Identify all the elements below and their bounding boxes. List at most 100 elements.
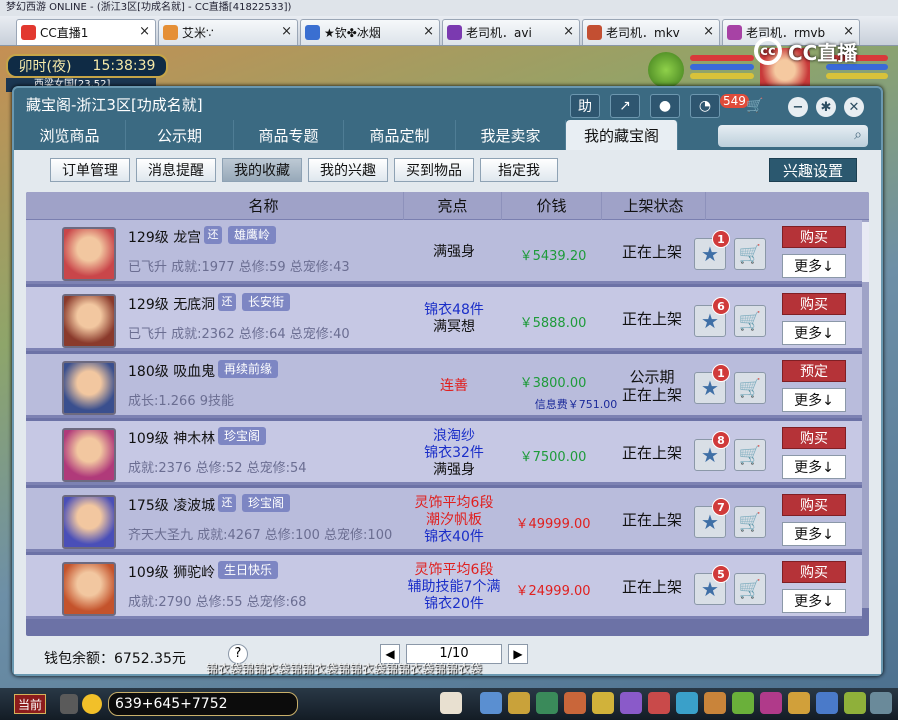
window-title: 梦幻西游 ONLINE - (浙江3区[功成名就] - CC直播[4182253…	[0, 0, 898, 16]
character-avatar[interactable]	[62, 227, 116, 281]
tab-public[interactable]: 公示期	[126, 120, 234, 150]
tab-my-pavilion[interactable]: 我的藏宝阁	[566, 120, 678, 150]
more-button[interactable]: 更多↓	[782, 254, 846, 278]
browser-tab-4[interactable]: 老司机．avi ×	[442, 19, 580, 45]
character-stats: 已飞升 成就:2362 总修:64 总宠修:40	[128, 327, 350, 342]
character-avatar[interactable]	[62, 428, 116, 482]
tab-favicon-icon	[447, 25, 462, 40]
reward-icon[interactable]	[788, 692, 810, 714]
microphone-icon[interactable]	[60, 694, 78, 714]
buy-button[interactable]: 预定	[782, 360, 846, 382]
trade-icon[interactable]	[564, 692, 586, 714]
favorite-count-badge: 1	[712, 230, 730, 248]
search-icon[interactable]: ⌕	[854, 127, 862, 143]
message-button[interactable]: ◔	[690, 94, 720, 118]
skill-icon[interactable]	[480, 692, 502, 714]
browser-tab-5[interactable]: 老司机．mkv ×	[582, 19, 720, 45]
settings-button[interactable]: ✱	[816, 97, 836, 117]
cart-icon[interactable]: 🛒	[734, 238, 766, 270]
map-icon[interactable]	[816, 692, 838, 714]
table-row[interactable]: 129级 龙宫还雄鹰岭 已飞升 成就:1977 总修:59 总宠修:43 满强身 ￥5…	[26, 220, 862, 284]
my-favorites-button[interactable]: 我的收藏	[222, 158, 302, 182]
table-row[interactable]: 109级 狮驼岭 生日快乐 成就:2790 总修:55 总宠修:68 灵饰平均6段 辅助…	[26, 555, 862, 619]
tab-browse[interactable]: 浏览商品	[14, 120, 126, 150]
tab-topics[interactable]: 商品专题	[234, 120, 344, 150]
share-button[interactable]: ↗	[610, 94, 640, 118]
close-icon[interactable]: ×	[703, 24, 714, 39]
table-row[interactable]: 129级 无底洞还长安街 已飞升 成就:2362 总修:64 总宠修:40 锦衣48…	[26, 287, 862, 351]
message-reminder-button[interactable]: 消息提醒	[136, 158, 216, 182]
close-icon[interactable]: ×	[139, 24, 150, 39]
character-avatar[interactable]	[62, 361, 116, 415]
cart-icon[interactable]: 🛒	[734, 439, 766, 471]
character-level: 129级 无底洞	[128, 297, 216, 313]
emoji-icon[interactable]	[82, 694, 102, 714]
server-tag: 长安街	[242, 293, 291, 311]
more-button[interactable]: 更多↓	[782, 455, 846, 479]
browser-tab-3[interactable]: ★钦✤冰烟 ×	[300, 19, 440, 45]
cc-logo-icon: cc	[754, 37, 782, 65]
tab-seller[interactable]: 我是卖家	[456, 120, 566, 150]
mail-icon[interactable]	[676, 692, 698, 714]
buy-button[interactable]: 购买	[782, 494, 846, 516]
next-page-button[interactable]: ▶	[508, 644, 528, 664]
buy-button[interactable]: 购买	[782, 561, 846, 583]
close-icon[interactable]: ×	[281, 24, 292, 39]
buy-button[interactable]: 购买	[782, 427, 846, 449]
bag-icon[interactable]	[508, 692, 530, 714]
favorite-count-badge: 5	[712, 565, 730, 583]
order-management-button[interactable]: 订单管理	[50, 158, 130, 182]
shop-icon[interactable]	[704, 692, 726, 714]
favorites-table: 名称 亮点 价钱 上架状态 129级 龙宫还雄鹰岭 已飞升 成就:1977 总修:…	[26, 192, 869, 636]
pet-avatar-icon[interactable]	[648, 52, 684, 88]
close-icon[interactable]: ×	[563, 24, 574, 39]
character-avatar[interactable]	[62, 495, 116, 549]
table-row[interactable]: 180级 吸血鬼 再续前缘 成长:1.266 9技能 连善 ￥3800.00 信息费￥75…	[26, 354, 862, 418]
cart-button[interactable]: 🛒	[740, 94, 770, 118]
help-button[interactable]: 助	[570, 94, 600, 118]
character-avatar[interactable]	[62, 294, 116, 348]
scroll-thumb[interactable]	[862, 222, 869, 282]
quest-icon[interactable]	[648, 692, 670, 714]
browser-tab-2[interactable]: 艾米∵ ×	[158, 19, 298, 45]
buy-button[interactable]: 购买	[782, 226, 846, 248]
team-icon[interactable]	[536, 692, 558, 714]
minimize-button[interactable]: −	[788, 97, 808, 117]
browser-tab-1[interactable]: CC直播1 ×	[16, 19, 156, 45]
guild-icon[interactable]	[620, 692, 642, 714]
table-scrollbar[interactable]	[862, 220, 869, 608]
pet-shortcut-icon[interactable]	[440, 692, 462, 714]
search-input[interactable]: ⌕	[718, 125, 868, 147]
assigned-to-me-button[interactable]: 指定我	[480, 158, 558, 182]
cart-icon: 🛒	[746, 98, 764, 114]
system-icon[interactable]	[844, 692, 866, 714]
column-status: 上架状态	[602, 192, 706, 220]
highlight-item: 满强身	[433, 244, 475, 260]
menu-icon[interactable]	[870, 692, 892, 714]
character-avatar[interactable]	[62, 562, 116, 616]
tab-custom[interactable]: 商品定制	[344, 120, 456, 150]
cart-icon[interactable]: 🛒	[734, 372, 766, 404]
cart-icon[interactable]: 🛒	[734, 305, 766, 337]
friend-icon[interactable]	[592, 692, 614, 714]
more-button[interactable]: 更多↓	[782, 522, 846, 546]
close-button[interactable]: ✕	[844, 97, 864, 117]
my-interests-button[interactable]: 我的兴趣	[308, 158, 388, 182]
chat-input[interactable]: 639+645+7752	[108, 692, 298, 716]
rank-icon[interactable]	[760, 692, 782, 714]
cart-icon[interactable]: 🛒	[734, 573, 766, 605]
more-button[interactable]: 更多↓	[782, 388, 846, 412]
buy-button[interactable]: 购买	[782, 293, 846, 315]
record-button[interactable]: ●	[650, 94, 680, 118]
table-row[interactable]: 109级 神木林 珍宝阁 成就:2376 总修:52 总宠修:54 浪淘纱 锦衣32件满…	[26, 421, 862, 485]
event-icon[interactable]	[732, 692, 754, 714]
more-button[interactable]: 更多↓	[782, 321, 846, 345]
purchased-items-button[interactable]: 买到物品	[394, 158, 474, 182]
chat-channel-button[interactable]: 当前	[14, 694, 47, 714]
interest-settings-button[interactable]: 兴趣设置	[769, 158, 857, 182]
table-row[interactable]: 175级 凌波城还珍宝阁 齐天大圣九 成就:4267 总修:100 总宠修:100…	[26, 488, 862, 552]
close-icon[interactable]: ×	[423, 24, 434, 39]
cart-icon[interactable]: 🛒	[734, 506, 766, 538]
price: ￥49999.00	[515, 517, 591, 532]
more-button[interactable]: 更多↓	[782, 589, 846, 613]
